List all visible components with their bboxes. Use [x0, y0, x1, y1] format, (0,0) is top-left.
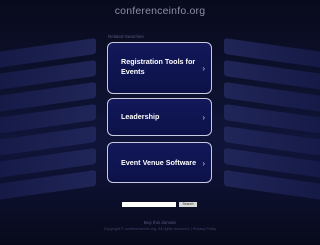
link-card-leadership[interactable]: Leadership › — [107, 98, 212, 136]
link-card-registration-tools[interactable]: Registration Tools for Events › — [107, 42, 212, 94]
chevron-right-icon: › — [202, 159, 205, 168]
chevron-right-icon: › — [202, 64, 205, 73]
search-input[interactable] — [122, 202, 176, 207]
right-decoration — [214, 37, 320, 205]
related-searches-label: Related Searches — [108, 34, 144, 39]
parked-domain-page: conferenceinfo.org Related Searches Regi… — [0, 0, 320, 245]
domain-title: conferenceinfo.org — [114, 5, 206, 17]
link-card-event-venue-software[interactable]: Event Venue Software › — [107, 142, 212, 183]
link-card-label: Event Venue Software — [121, 158, 197, 167]
chevron-right-icon: › — [202, 113, 205, 122]
copyright-text: Copyright © conferenceinfo.org. All righ… — [103, 227, 217, 231]
search-button[interactable]: Search — [179, 202, 197, 207]
left-decoration — [0, 37, 106, 205]
link-card-label: Registration Tools for Events — [121, 57, 196, 76]
buy-domain-link[interactable]: Buy this domain — [0, 220, 320, 225]
link-card-label: Leadership — [121, 112, 160, 121]
